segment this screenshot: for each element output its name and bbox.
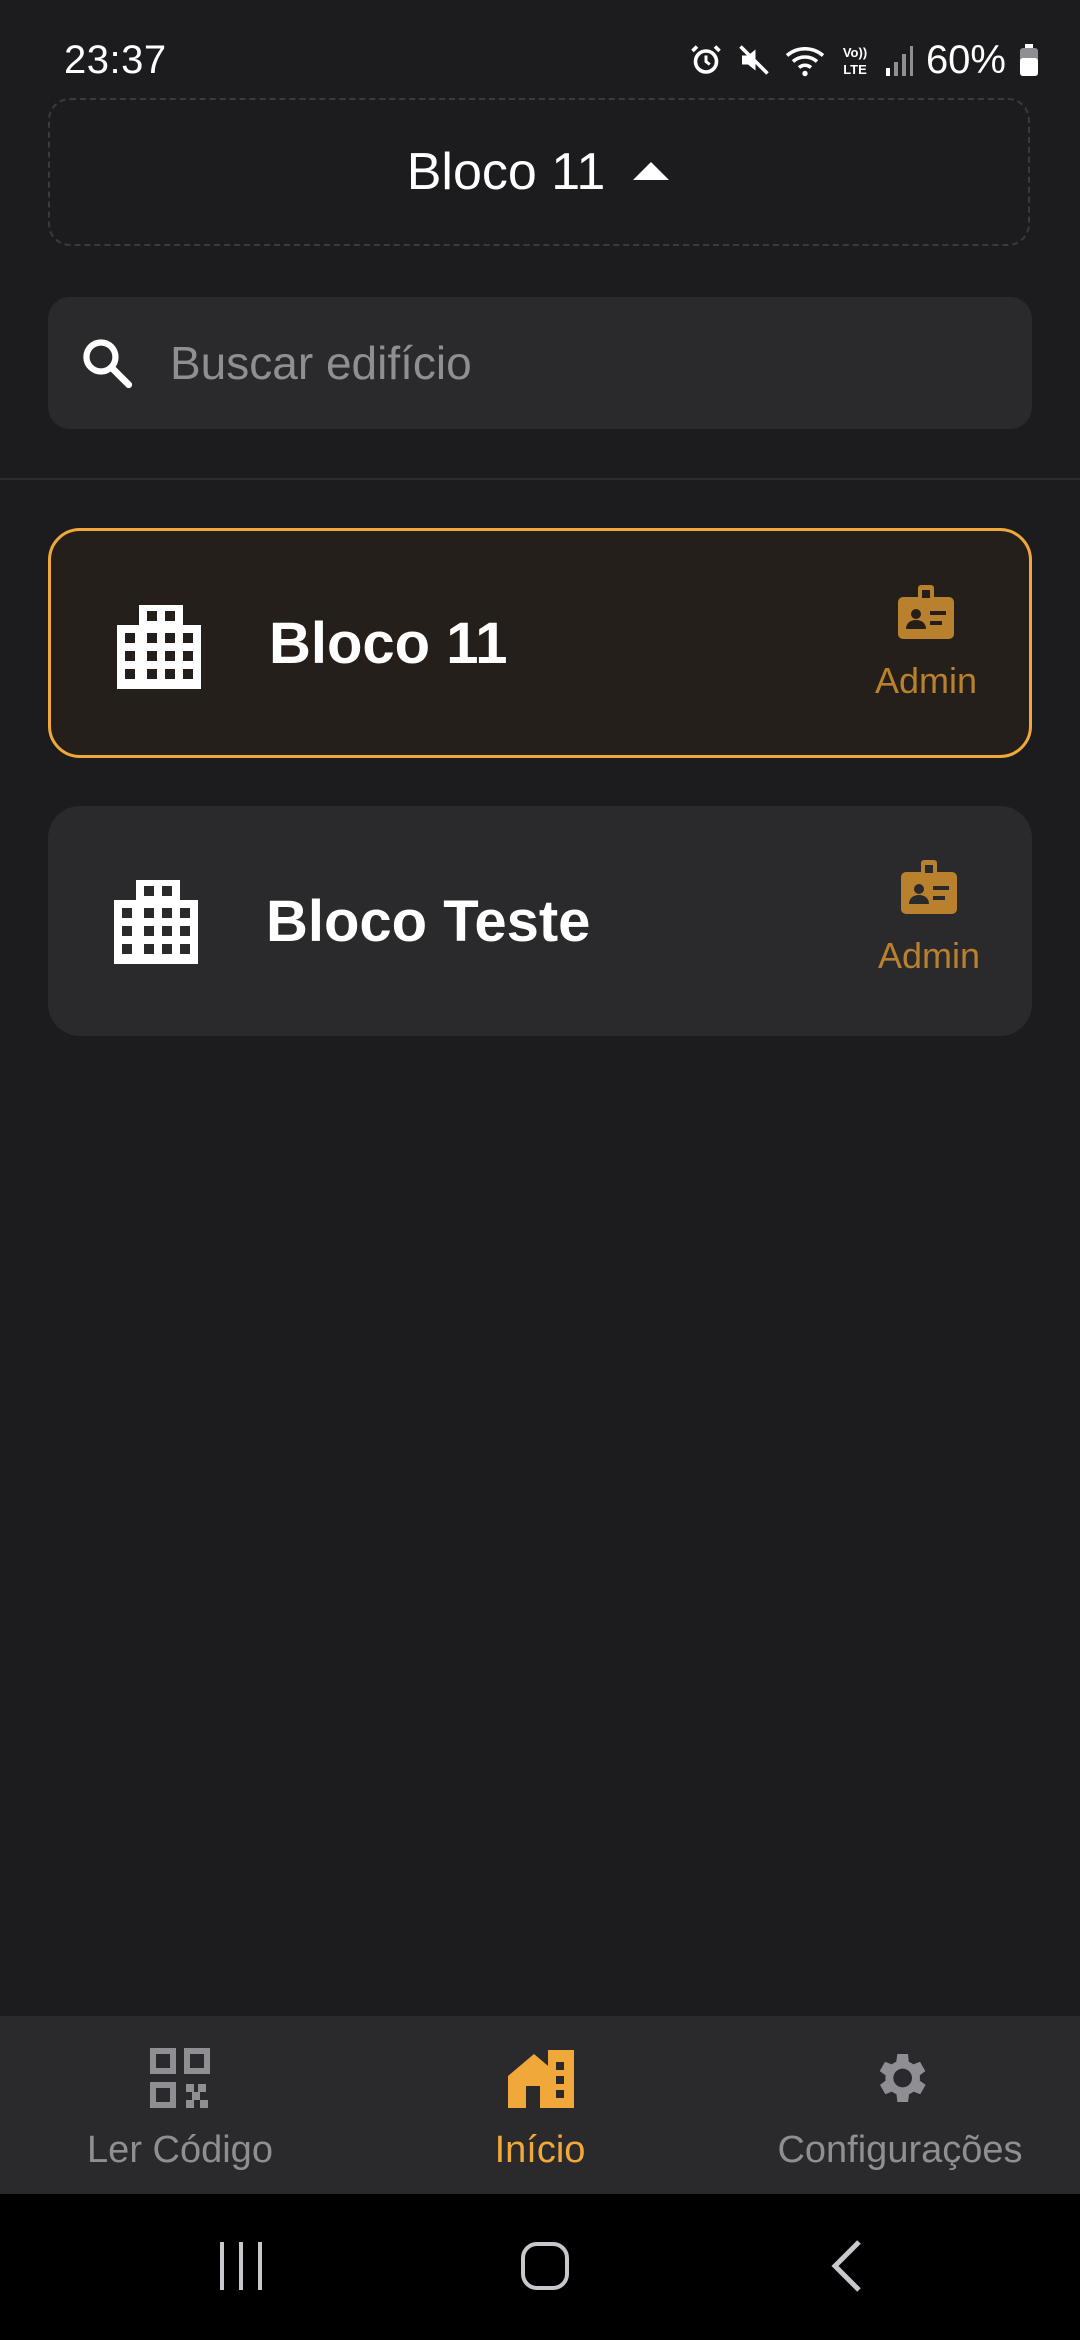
home-icon — [504, 2046, 576, 2115]
app-screen: 23:37 Vo)) LTE 60% Bloco 11 Buscar edifí… — [0, 0, 1080, 2340]
home-circle-icon — [519, 2240, 571, 2297]
building-name: Bloco Teste — [266, 888, 591, 954]
status-icons: Vo)) LTE 60% — [688, 36, 1040, 84]
bottom-nav: Ler Código Início Configurações — [0, 2016, 1080, 2194]
recent-apps-button[interactable] — [196, 2236, 286, 2300]
alarm-icon — [688, 42, 724, 78]
battery-percent: 60% — [925, 37, 1006, 82]
role-label: Admin — [874, 660, 978, 701]
nav-label: Ler Código — [87, 2129, 273, 2171]
wifi-icon — [784, 42, 826, 78]
qr-code-icon — [148, 2046, 212, 2115]
building-icon — [113, 601, 205, 693]
badge-icon — [899, 858, 959, 921]
role-badge: Admin — [871, 583, 981, 702]
recent-apps-icon — [216, 2240, 266, 2297]
building-card-bloco-11[interactable]: Bloco 11 Admin — [48, 528, 1032, 758]
svg-text:LTE: LTE — [843, 62, 867, 77]
role-label: Admin — [877, 935, 981, 976]
caret-up-icon — [631, 158, 671, 187]
nav-item-ler-codigo[interactable]: Ler Código — [0, 2016, 360, 2194]
nav-item-inicio[interactable]: Início — [360, 2016, 720, 2194]
nav-label: Configurações — [777, 2129, 1023, 2171]
mute-icon — [736, 42, 772, 78]
back-button[interactable] — [802, 2236, 892, 2300]
building-card-bloco-teste[interactable]: Bloco Teste Admin — [48, 806, 1032, 1036]
search-box[interactable] — [48, 297, 1032, 429]
back-icon — [827, 2238, 867, 2299]
nav-label: Início — [494, 2129, 586, 2171]
status-bar: 23:37 Vo)) LTE 60% — [0, 0, 1080, 96]
status-time: 23:37 — [64, 38, 167, 82]
role-badge: Admin — [874, 858, 984, 977]
search-icon — [78, 334, 136, 392]
search-input[interactable] — [170, 336, 970, 390]
selected-building-label: Bloco 11 — [406, 143, 606, 201]
battery-icon — [1018, 42, 1040, 78]
building-name: Bloco 11 — [269, 610, 508, 676]
divider — [0, 478, 1080, 480]
volte-icon: Vo)) LTE — [838, 42, 872, 78]
building-selector[interactable]: Bloco 11 — [48, 98, 1030, 246]
system-nav-bar — [0, 2194, 1080, 2340]
building-icon — [110, 876, 202, 968]
svg-text:Vo)): Vo)) — [843, 45, 867, 60]
nav-item-configuracoes[interactable]: Configurações — [720, 2016, 1080, 2194]
gear-icon — [868, 2046, 932, 2115]
signal-icon — [884, 42, 914, 78]
badge-icon — [896, 583, 956, 646]
home-button[interactable] — [500, 2236, 590, 2300]
